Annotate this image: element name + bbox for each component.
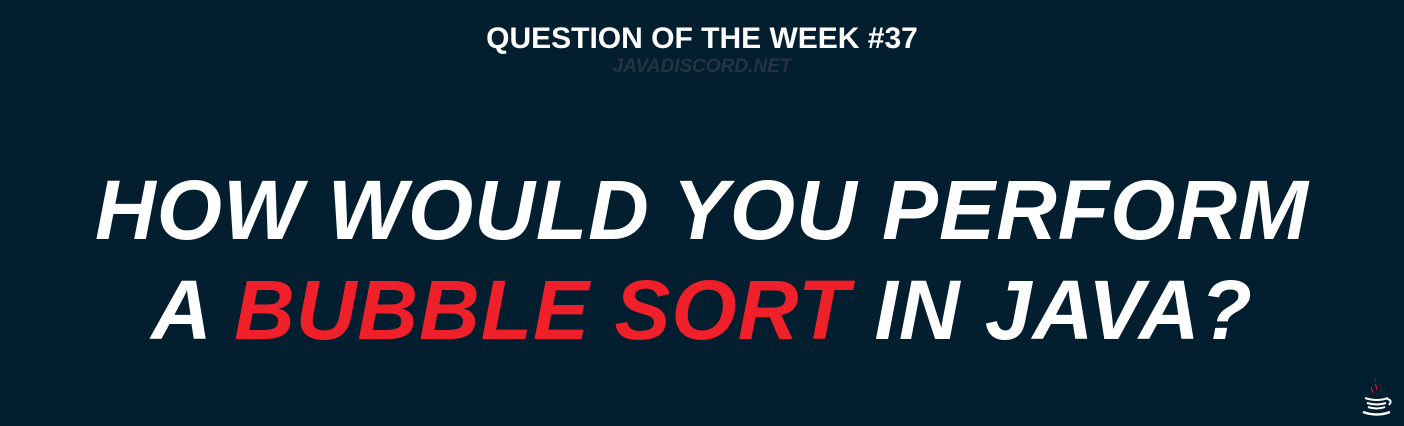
headline-line-1: HOW WOULD YOU PERFORM	[94, 163, 1310, 257]
java-coffee-cup-icon	[1362, 378, 1392, 416]
headline-suffix: IN JAVA?	[850, 263, 1253, 357]
headline-accent: BUBBLE SORT	[234, 263, 851, 357]
headline-line-2: A BUBBLE SORT IN JAVA?	[0, 260, 1404, 360]
site-name: JAVADISCORD.NET	[612, 56, 792, 77]
question-of-week-title: QUESTION OF THE WEEK #37	[486, 22, 918, 55]
headline: HOW WOULD YOU PERFORM A BUBBLE SORT IN J…	[0, 160, 1404, 360]
headline-prefix: A	[151, 263, 235, 357]
